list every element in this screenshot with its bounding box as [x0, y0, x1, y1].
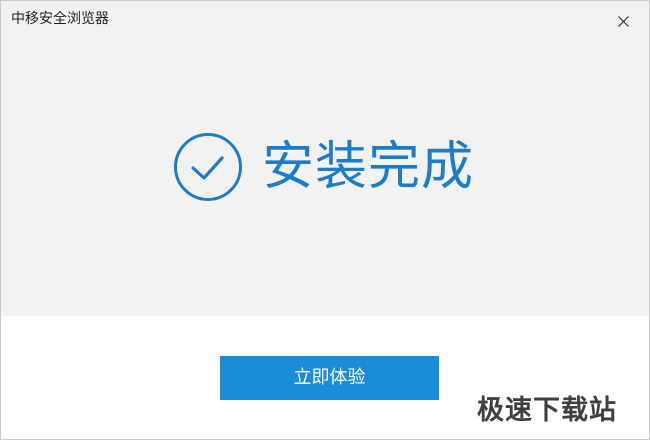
installer-window: 中移安全浏览器 安装完成 立即体验 极速下载站: [0, 0, 650, 440]
close-button[interactable]: [605, 3, 641, 39]
window-title: 中移安全浏览器: [11, 11, 109, 27]
start-experience-button[interactable]: 立即体验: [220, 356, 439, 400]
site-watermark: 极速下载站: [477, 395, 617, 426]
check-circle-icon: [174, 133, 242, 201]
completion-panel: 中移安全浏览器 安装完成: [1, 1, 649, 316]
close-icon: [618, 16, 629, 27]
install-complete-text: 安装完成: [262, 137, 475, 197]
